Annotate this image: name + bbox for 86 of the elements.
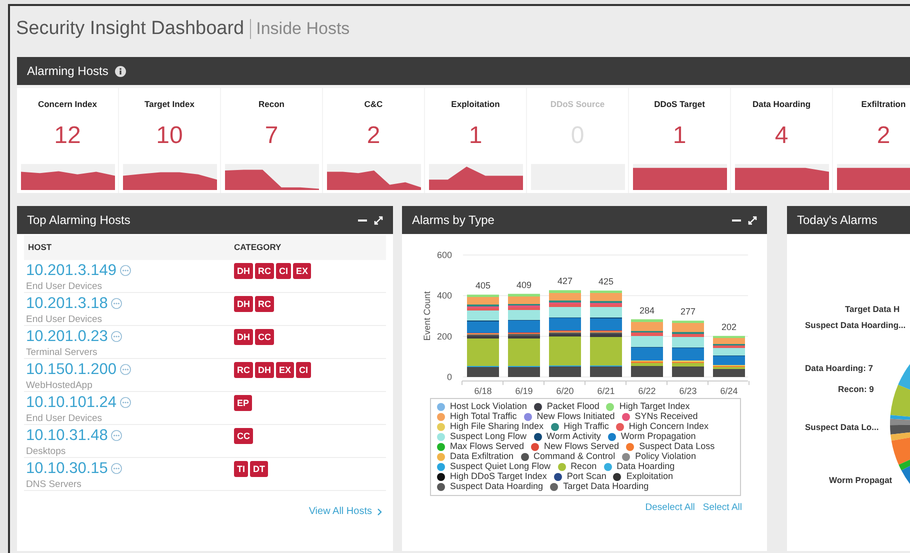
category-tag: DH bbox=[234, 263, 253, 279]
chart-bar bbox=[631, 319, 663, 377]
axis-label: 600 bbox=[436, 250, 452, 260]
tile-value: 1 bbox=[468, 122, 482, 150]
axis-label: 6/23 bbox=[679, 386, 697, 396]
category-tag: EP bbox=[234, 395, 252, 411]
category-tag: TI bbox=[234, 461, 248, 477]
tile-label: Data Hoarding bbox=[752, 98, 811, 111]
axis-label: 6/21 bbox=[597, 386, 615, 396]
axis-label: 6/24 bbox=[720, 386, 738, 396]
category-tag: RC bbox=[234, 362, 253, 378]
category-tag: EX bbox=[293, 263, 312, 279]
host-group: DNS Servers bbox=[26, 478, 234, 492]
category-tag: CC bbox=[255, 329, 274, 345]
category-tag: CI bbox=[276, 263, 291, 279]
more-options-icon[interactable] bbox=[120, 265, 131, 276]
host-group: End User Devices bbox=[26, 280, 234, 294]
category-tag: RC bbox=[255, 263, 274, 279]
tile-label: Exploitation bbox=[451, 98, 500, 111]
chevron-right-icon bbox=[377, 508, 382, 516]
category-tag: DH bbox=[234, 329, 253, 345]
tile-value: 2 bbox=[876, 122, 890, 150]
tile-label: Target Index bbox=[144, 98, 194, 111]
more-options-icon[interactable] bbox=[110, 331, 122, 342]
value-label: 277 bbox=[680, 306, 696, 317]
more-options-icon[interactable] bbox=[110, 298, 122, 309]
tile-label: Recon bbox=[258, 98, 284, 111]
pie-label: Worm Propagat bbox=[829, 474, 892, 487]
pie-label: Suspect Data Lo... bbox=[805, 421, 879, 434]
panel-title: Alarming Hosts bbox=[27, 63, 108, 80]
axis-label: 6/20 bbox=[556, 386, 574, 396]
host-group: WebHostedApp bbox=[26, 379, 234, 394]
value-label: 405 bbox=[475, 280, 491, 291]
axis-title: Event Count bbox=[422, 291, 432, 341]
tile-value: 2 bbox=[366, 122, 380, 150]
axis-label: 0 bbox=[446, 372, 452, 382]
axis-label: 400 bbox=[436, 290, 452, 301]
pie-label: Data Hoarding: 7 bbox=[805, 362, 874, 375]
more-options-icon[interactable] bbox=[110, 463, 122, 474]
value-label: 202 bbox=[721, 322, 737, 332]
expand-icon[interactable] bbox=[748, 216, 757, 224]
tile-label: DDoS Source bbox=[550, 98, 605, 111]
tile-label: Exfiltration bbox=[861, 98, 906, 111]
value-label: 425 bbox=[598, 276, 614, 287]
category-tag: EX bbox=[276, 362, 294, 378]
host-group: End User Devices bbox=[26, 313, 234, 328]
category-tag: DH bbox=[234, 296, 253, 312]
tile-label: DDoS Target bbox=[654, 98, 705, 111]
column-header: CATEGORY bbox=[234, 241, 282, 254]
more-options-icon[interactable] bbox=[120, 364, 131, 375]
expand-icon[interactable] bbox=[374, 216, 383, 224]
pie-label: Target Data H bbox=[845, 303, 900, 316]
tile-value: 10 bbox=[156, 122, 183, 150]
value-label: 284 bbox=[639, 305, 655, 316]
host-group: Desktops bbox=[26, 445, 234, 460]
tile-label: Concern Index bbox=[38, 98, 98, 111]
column-header: HOST bbox=[27, 241, 53, 254]
category-tag: CC bbox=[234, 428, 253, 444]
tile-label: C&C bbox=[364, 98, 383, 111]
more-options-icon[interactable] bbox=[120, 397, 131, 408]
pie-label: Suspect Data Hoarding... bbox=[805, 319, 906, 332]
value-label: 427 bbox=[557, 276, 573, 286]
category-tag: CI bbox=[296, 362, 312, 378]
tile-value: 1 bbox=[672, 122, 686, 150]
axis-label: 6/18 bbox=[474, 386, 492, 396]
category-tag: RC bbox=[255, 296, 274, 312]
tile-value: 4 bbox=[774, 122, 788, 150]
host-group: Terminal Servers bbox=[26, 346, 234, 360]
page-title: Security Insight Dashboard bbox=[16, 16, 246, 41]
axis-label: 200 bbox=[436, 331, 452, 342]
panel-title: Today's Alarms bbox=[797, 212, 878, 229]
chart-bar bbox=[713, 336, 745, 377]
panel-title: Top Alarming Hosts bbox=[27, 212, 130, 229]
host-group: End User Devices bbox=[26, 412, 234, 426]
tile-value: 7 bbox=[264, 122, 278, 150]
axis-label: 6/19 bbox=[515, 386, 533, 396]
chart-bar bbox=[672, 320, 704, 377]
more-options-icon[interactable] bbox=[110, 430, 122, 441]
category-tag: DT bbox=[250, 461, 268, 477]
info-icon[interactable] bbox=[115, 66, 126, 76]
axis-label: 6/22 bbox=[638, 386, 656, 396]
value-label: 409 bbox=[516, 280, 532, 290]
category-tag: DH bbox=[255, 362, 274, 378]
tile-value: 12 bbox=[54, 122, 81, 150]
panel-title: Alarms by Type bbox=[412, 212, 494, 229]
page-subtitle: Inside Hosts bbox=[250, 19, 350, 39]
